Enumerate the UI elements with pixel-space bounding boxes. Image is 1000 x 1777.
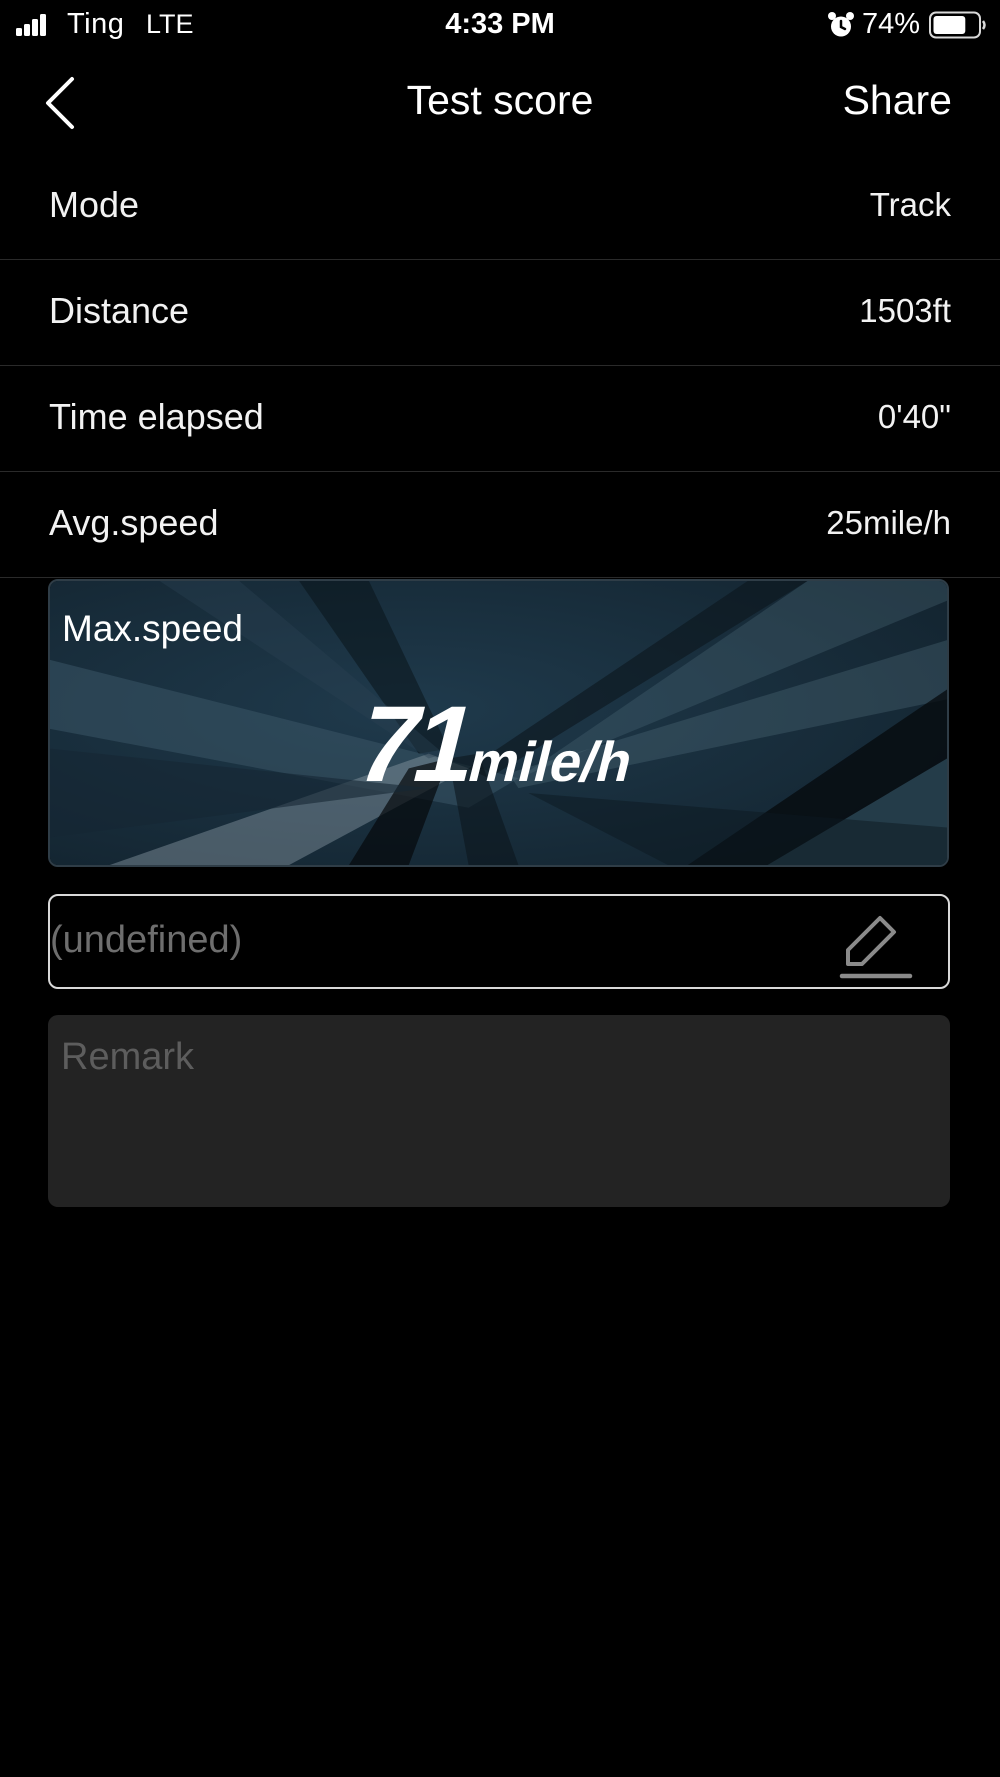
share-button[interactable]: Share xyxy=(843,77,952,124)
remark-textarea[interactable]: Remark xyxy=(48,1015,950,1207)
pencil-edit-icon[interactable] xyxy=(838,906,914,982)
stat-label: Time elapsed xyxy=(49,396,264,437)
stat-label: Mode xyxy=(49,184,140,225)
stat-row-mode: Mode Track xyxy=(0,154,1000,260)
navigation-bar: Test score Share xyxy=(0,55,1000,150)
stat-row-time-elapsed: Time elapsed 0'40" xyxy=(0,366,1000,472)
max-speed-display: 71mile/h xyxy=(50,681,947,806)
stat-label: Avg.speed xyxy=(49,502,219,543)
alarm-clock-icon xyxy=(828,12,854,37)
status-bar: Ting LTE 4:33 PM 74% xyxy=(0,0,1000,50)
stat-label: Distance xyxy=(49,290,190,331)
record-name-value: (undefined) xyxy=(50,919,243,961)
max-speed-unit: mile/h xyxy=(462,730,640,793)
battery-icon xyxy=(929,11,986,39)
max-speed-card: Max.speed 71mile/h xyxy=(48,579,949,867)
stats-list: Mode Track Distance 1503ft Time elapsed … xyxy=(0,154,1000,578)
stat-row-distance: Distance 1503ft xyxy=(0,260,1000,366)
stat-value: 1503ft xyxy=(859,292,951,329)
stat-row-avg-speed: Avg.speed 25mile/h xyxy=(0,472,1000,578)
battery-percentage: 74% xyxy=(862,8,921,40)
record-name-field[interactable]: (undefined) xyxy=(48,894,950,989)
stat-value: 25mile/h xyxy=(826,504,951,541)
max-speed-label: Max.speed xyxy=(62,608,243,649)
stat-value: 0'40" xyxy=(877,398,951,435)
stat-value: Track xyxy=(869,186,951,223)
remark-placeholder: Remark xyxy=(61,1036,195,1078)
